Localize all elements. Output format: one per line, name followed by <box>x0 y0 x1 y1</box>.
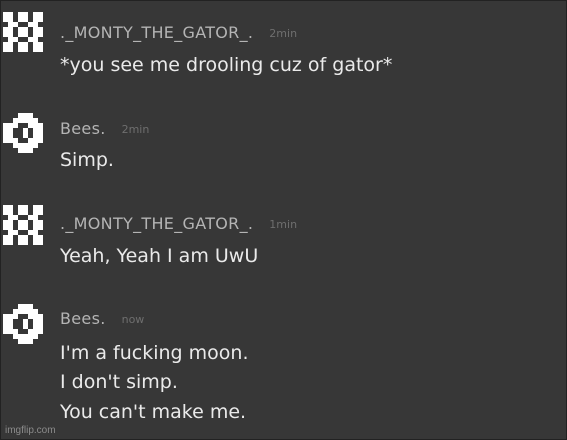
message-text: *you see me drooling cuz of gator* <box>60 54 393 76</box>
monty-pixel-avatar-icon[interactable] <box>3 12 43 52</box>
message-timestamp: 1min <box>269 218 298 231</box>
monty-pixel-avatar-icon[interactable] <box>3 205 43 245</box>
message-text: Yeah, Yeah I am UwU <box>60 245 259 267</box>
message-author[interactable]: ._MONTY_THE_GATOR_. <box>60 23 253 42</box>
bees-pixel-avatar-icon[interactable] <box>3 113 43 153</box>
message-timestamp: 2min <box>121 123 150 136</box>
message-author[interactable]: ._MONTY_THE_GATOR_. <box>60 214 253 233</box>
message-author[interactable]: Bees. <box>60 309 106 328</box>
message-author[interactable]: Bees. <box>60 119 106 138</box>
message-timestamp: now <box>121 313 145 326</box>
message-text: I don't simp. <box>60 371 178 393</box>
message-text: Simp. <box>60 149 114 171</box>
bees-pixel-avatar-icon[interactable] <box>3 304 43 344</box>
message-text: I'm a fucking moon. <box>60 342 249 364</box>
message-text: You can't make me. <box>60 401 247 423</box>
message-timestamp: 2min <box>269 27 298 40</box>
imgflip-watermark: imgflip.com <box>5 425 56 436</box>
